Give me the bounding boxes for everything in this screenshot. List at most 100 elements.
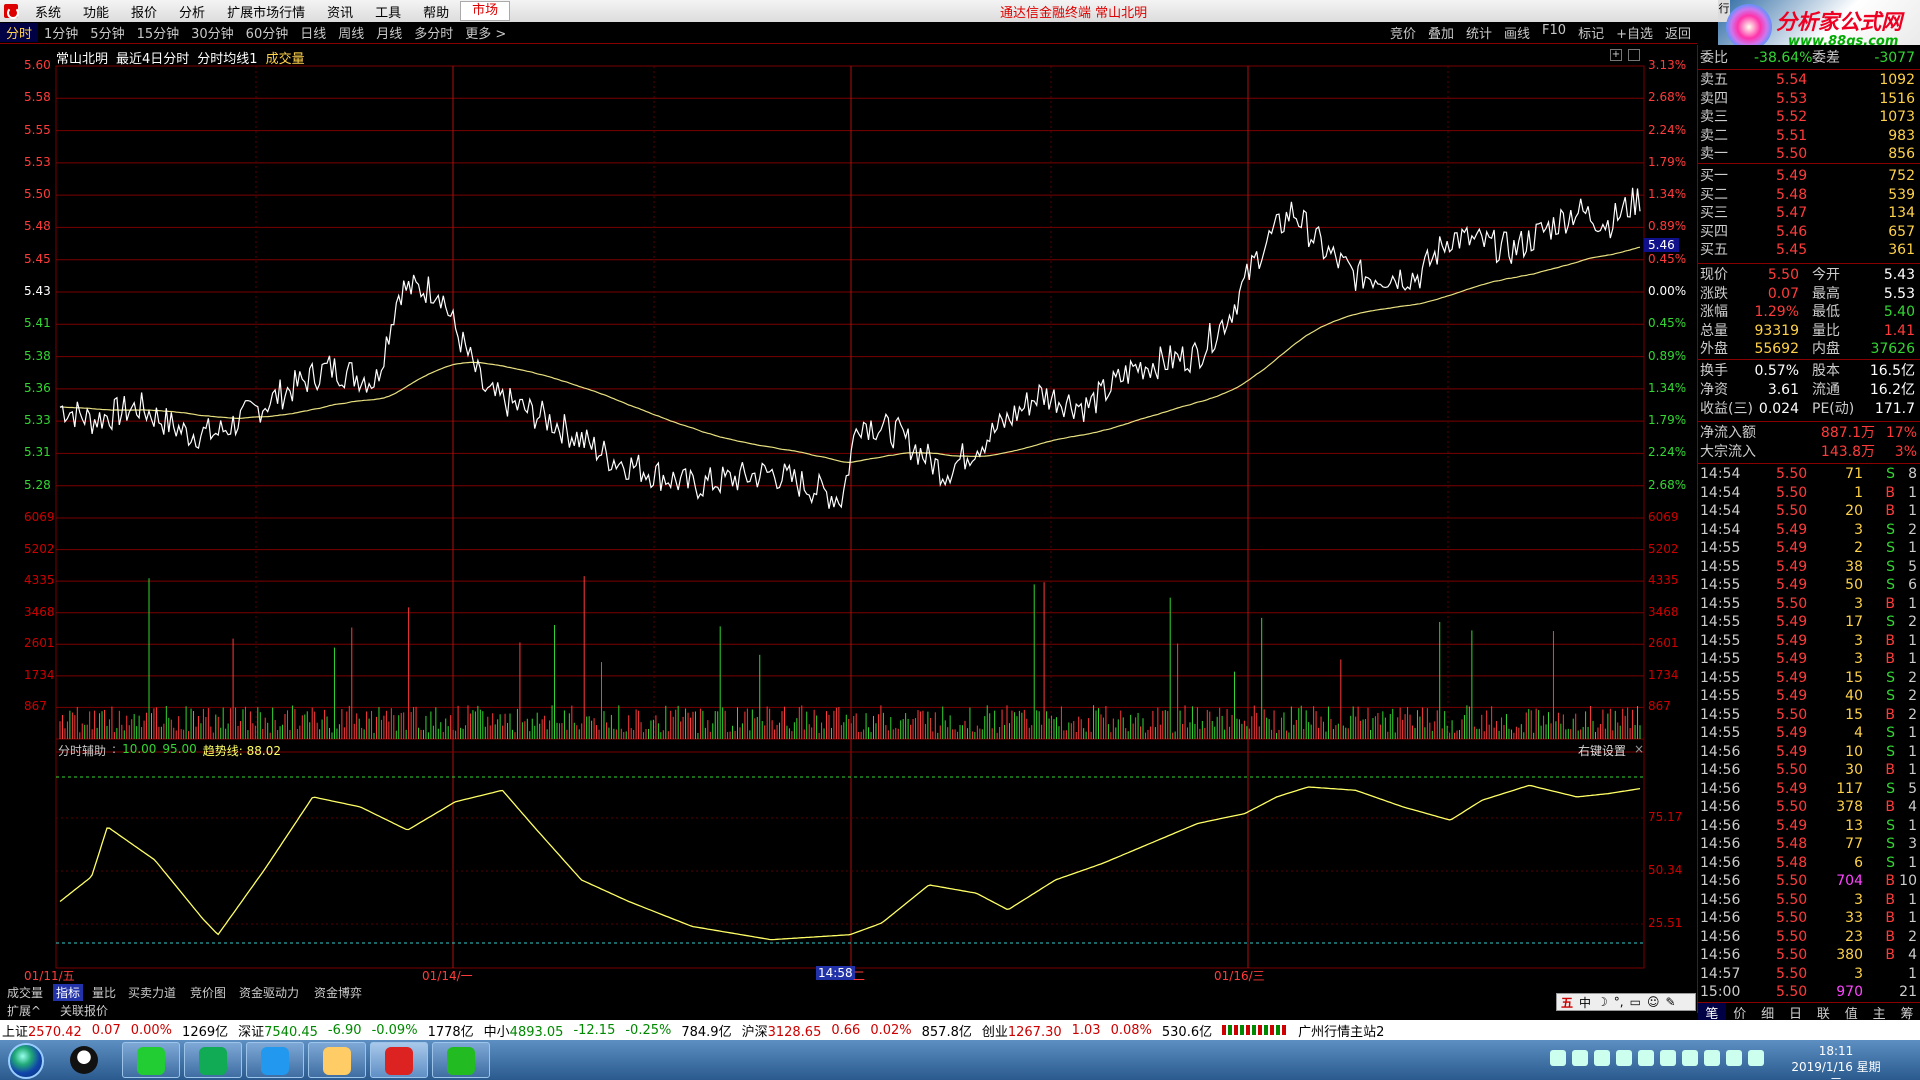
menu-info[interactable]: 资讯: [316, 2, 364, 21]
cy-index-value: 1267.30: [1007, 1024, 1062, 1040]
cy-index-change: 1.03: [1071, 1022, 1101, 1038]
sz-index-pct: -0.09%: [371, 1022, 418, 1038]
taskbar-ie[interactable]: [122, 1042, 180, 1078]
tab-stats[interactable]: 统计: [1460, 23, 1498, 42]
tray-network-icon[interactable]: [1704, 1050, 1720, 1066]
tab-1min[interactable]: 1分钟: [38, 23, 84, 42]
tray-wechat-icon[interactable]: [1616, 1050, 1632, 1066]
bottom-tab-6[interactable]: 资金博弈: [311, 984, 365, 1001]
tick-row: 14:55 5.49 17 S 2: [1698, 613, 1920, 632]
bid-label: 买五: [1700, 242, 1728, 258]
tray-volume-icon[interactable]: [1726, 1050, 1742, 1066]
bottom-tab-3[interactable]: 买卖力道: [125, 984, 179, 1001]
menu-function[interactable]: 功能: [72, 2, 120, 21]
bottom-tab-1[interactable]: 指标: [53, 984, 84, 1001]
tick-count: 1: [1908, 725, 1917, 741]
menu-analysis[interactable]: 分析: [168, 2, 216, 21]
tick-time: 14:55: [1700, 632, 1741, 649]
tab-mark[interactable]: 标记: [1572, 23, 1610, 42]
quote-key-2: 最高: [1812, 285, 1840, 302]
server-label[interactable]: 广州行情主站2: [1298, 1021, 1384, 1040]
ask-price: 5.53: [1776, 90, 1808, 107]
volume-label: 成交量: [265, 52, 305, 67]
menu-system[interactable]: 系统: [24, 2, 72, 21]
system-clock[interactable]: 18:11 2019/1/16 星期三: [1786, 1043, 1886, 1080]
taskbar-tdx[interactable]: [370, 1042, 428, 1078]
bottom-tab-4[interactable]: 竞价图: [187, 984, 229, 1001]
bottom-tab2-0[interactable]: 扩展^: [4, 1002, 44, 1019]
quote-key: 涨幅: [1700, 304, 1728, 320]
tab-overlay[interactable]: 叠加: [1422, 23, 1460, 42]
clock-date: 2019/1/16 星期三: [1791, 1060, 1881, 1080]
tick-price: 5.50: [1776, 762, 1808, 778]
wechat-icon: [447, 1047, 475, 1075]
bottom-tab-2[interactable]: 量比: [89, 984, 119, 1001]
intraday-chart[interactable]: 常山北明 最近4日分时 分时均线1 成交量 5.60 5.58 5.55 5.53 5.…: [0, 45, 1697, 985]
taskbar-wechat[interactable]: [432, 1042, 490, 1078]
ask-price: 5.50: [1776, 146, 1808, 162]
tab-f10[interactable]: F10: [1536, 23, 1572, 42]
ask-volume: 1073: [1879, 109, 1915, 125]
ask-row: 卖五 5.54 1092: [1698, 71, 1920, 90]
tray-app2-icon[interactable]: [1594, 1050, 1610, 1066]
tick-time: 14:54: [1700, 521, 1741, 538]
tab-5min[interactable]: 5分钟: [84, 23, 130, 42]
menu-ext-market[interactable]: 扩展市场行情: [216, 2, 316, 21]
tick-price: 5.50: [1776, 484, 1808, 501]
system-tray: [1550, 1050, 1764, 1066]
tick-volume: 3: [1854, 632, 1863, 649]
tab-monthly[interactable]: 月线: [370, 23, 408, 42]
tab-more[interactable]: 更多 >: [459, 23, 512, 42]
quote-value-2: 37626: [1870, 341, 1915, 357]
tab-add-watch[interactable]: +自选: [1610, 23, 1659, 42]
tray-app4-icon[interactable]: [1660, 1050, 1676, 1066]
ime-toolbar[interactable]: 五 中 ☽ °, ▭ ☺ ✎: [1556, 993, 1696, 1011]
tab-30min[interactable]: 30分钟: [185, 23, 240, 42]
stat-value: 0.57%: [1754, 363, 1799, 379]
tab-multi-intraday[interactable]: 多分时: [408, 23, 459, 42]
tick-price: 5.50: [1776, 873, 1808, 889]
tab-auction[interactable]: 竞价: [1384, 23, 1422, 42]
market-button[interactable]: 市场: [460, 1, 511, 21]
tab-daily[interactable]: 日线: [294, 23, 332, 42]
zoom-icon[interactable]: +: [1610, 49, 1622, 61]
sz-index-amount: 1778亿: [427, 1024, 474, 1040]
tab-weekly[interactable]: 周线: [332, 23, 370, 42]
menu-tools[interactable]: 工具: [364, 2, 412, 21]
tick-time: 14:56: [1700, 743, 1741, 760]
tab-draw[interactable]: 画线: [1498, 23, 1536, 42]
tray-app5-icon[interactable]: [1682, 1050, 1698, 1066]
menu-quote[interactable]: 报价: [120, 2, 168, 21]
tab-15min[interactable]: 15分钟: [131, 23, 186, 42]
stat-row: 收益(三) 0.024 PE(动) 171.7: [1698, 400, 1920, 419]
tick-price: 5.49: [1776, 540, 1808, 556]
diff-value: -3077: [1874, 50, 1915, 66]
tray-app1-icon[interactable]: [1572, 1050, 1588, 1066]
window-toggle-icon[interactable]: [1628, 49, 1640, 61]
bottom-tab2-1[interactable]: 关联报价: [57, 1002, 111, 1019]
indicator-settings[interactable]: 右键设置: [1578, 742, 1626, 759]
bottom-tab-0[interactable]: 成交量: [4, 984, 46, 1001]
tray-app3-icon[interactable]: [1638, 1050, 1654, 1066]
indicator-close-icon[interactable]: ×: [1634, 742, 1644, 756]
start-button[interactable]: [8, 1043, 44, 1079]
volume-tick-label: 2601: [24, 636, 55, 651]
tab-back[interactable]: 返回: [1659, 23, 1697, 42]
tick-count: 21: [1899, 984, 1917, 1000]
tick-row: 14:56 5.50 380 B 4: [1698, 946, 1920, 965]
tray-flag-icon[interactable]: [1748, 1050, 1764, 1066]
price-tick-label: 5.36: [24, 380, 51, 395]
tick-side: B: [1885, 891, 1895, 908]
tab-60min[interactable]: 60分钟: [240, 23, 295, 42]
qq-icon[interactable]: [70, 1046, 98, 1074]
taskbar-app3[interactable]: [246, 1042, 304, 1078]
tray-ime-icon[interactable]: [1550, 1050, 1566, 1066]
app-green-icon: [199, 1047, 227, 1075]
taskbar-app2[interactable]: [184, 1042, 242, 1078]
tab-intraday[interactable]: 分时: [0, 23, 39, 42]
tick-volume: 71: [1845, 466, 1863, 482]
hs-index-name: 沪深: [741, 1024, 768, 1040]
menu-help[interactable]: 帮助: [412, 2, 460, 21]
bottom-tab-5[interactable]: 资金驱动力: [236, 984, 302, 1001]
taskbar-folder[interactable]: [308, 1042, 366, 1078]
